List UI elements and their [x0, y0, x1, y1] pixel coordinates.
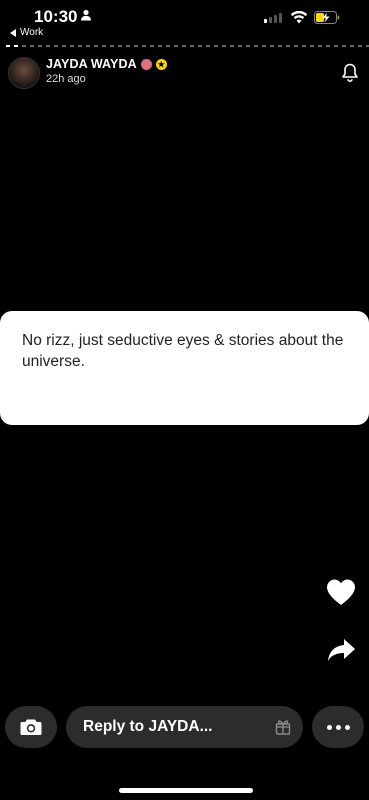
- back-to-app-link[interactable]: Work: [10, 27, 43, 38]
- share-icon[interactable]: [326, 638, 356, 662]
- emoji-icon: [140, 58, 152, 70]
- story-user-name[interactable]: JAYDA WAYDA ★: [46, 57, 167, 71]
- gift-icon[interactable]: [275, 718, 291, 735]
- back-to-app-label: Work: [20, 27, 44, 38]
- story-text: No rizz, just seductive eyes & stories a…: [22, 332, 344, 370]
- home-indicator[interactable]: [119, 788, 253, 793]
- user-name-text: JAYDA WAYDA: [46, 57, 137, 71]
- person-icon: [81, 9, 91, 21]
- heart-icon[interactable]: [326, 578, 356, 606]
- back-arrow-icon: [10, 28, 16, 37]
- avatar[interactable]: [8, 57, 40, 89]
- camera-button[interactable]: [5, 706, 57, 748]
- snap-star-icon: ★: [155, 58, 167, 70]
- reply-input[interactable]: Reply to JAYDA...: [66, 706, 303, 748]
- bell-icon[interactable]: [341, 63, 359, 82]
- more-button[interactable]: [312, 706, 364, 748]
- cellular-signal-icon: [264, 13, 282, 23]
- story-progress-bar: [6, 45, 369, 47]
- posted-time: 22h ago: [46, 73, 86, 85]
- wifi-icon: [290, 11, 308, 24]
- camera-icon: [20, 719, 42, 735]
- status-time: 10:30: [34, 7, 78, 26]
- story-text-card: No rizz, just seductive eyes & stories a…: [0, 311, 369, 425]
- reply-placeholder: Reply to JAYDA...: [83, 718, 213, 735]
- more-icon: [326, 724, 332, 730]
- battery-charging-icon: [314, 11, 340, 24]
